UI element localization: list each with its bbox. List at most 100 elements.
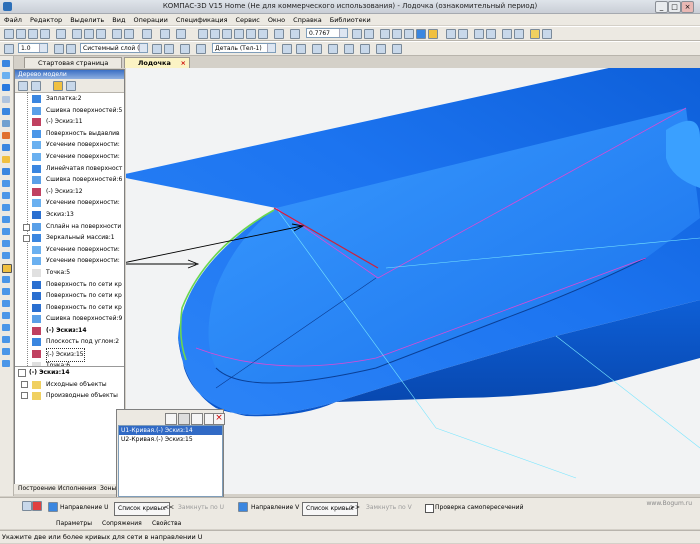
sew-icon[interactable] (2, 252, 10, 259)
loft-surface-icon[interactable] (2, 216, 10, 223)
undo-icon[interactable] (112, 29, 122, 39)
layer-arrow-icon[interactable] (66, 44, 76, 54)
rotate-icon[interactable] (258, 29, 268, 39)
zoom-window-icon[interactable] (222, 29, 232, 39)
new-icon[interactable] (4, 29, 14, 39)
menu-help[interactable]: Справка (289, 14, 326, 25)
tree-item[interactable]: Сшивка поверхностей:6 (15, 174, 124, 186)
tree-item[interactable]: Сшивка поверхностей:5 (15, 105, 124, 117)
curve-list[interactable]: U1-Кривая.(-) Эскиз:14 U2-Кривая.(-) Эск… (118, 425, 223, 497)
tree-item-derived[interactable]: Производные объекты (15, 390, 124, 402)
delete-icon[interactable]: × (213, 413, 225, 425)
trim-icon[interactable] (328, 44, 338, 54)
tree-item[interactable]: Поверхность выдавлив (15, 128, 124, 140)
refresh-icon[interactable] (274, 29, 284, 39)
tree-item[interactable]: Заплатка:2 (15, 93, 124, 105)
hidden-lines-icon[interactable] (392, 29, 402, 39)
select-filter-icon[interactable] (446, 29, 456, 39)
tree-item[interactable]: Плоскость под углом:2 (15, 336, 124, 348)
stop-icon[interactable] (32, 501, 42, 511)
surface-by-net-icon[interactable] (2, 264, 12, 273)
thicken-icon[interactable] (2, 360, 10, 367)
expand-icon[interactable] (21, 381, 28, 388)
point-icon[interactable] (2, 312, 10, 319)
expand-icon[interactable] (21, 392, 28, 399)
surface-active-icon[interactable] (2, 84, 10, 91)
local-cs-icon[interactable] (312, 44, 322, 54)
expand-icon[interactable] (23, 235, 30, 242)
close-button[interactable]: × (681, 1, 694, 13)
tab-fillets[interactable]: Сопряжения (92, 518, 142, 529)
direction-u-label[interactable]: Направление U (60, 502, 108, 514)
tree-item[interactable]: Поверхность по сети кр (15, 279, 124, 291)
tree-view-icon[interactable] (66, 81, 76, 91)
coordinates-icon[interactable] (180, 44, 190, 54)
mirror-icon[interactable] (2, 348, 10, 355)
measure-icon[interactable] (360, 44, 370, 54)
prev-button[interactable]: << (164, 502, 174, 514)
tree-item[interactable]: Усечение поверхности: (15, 139, 124, 151)
rotate-surface-icon[interactable] (2, 192, 10, 199)
tree-item[interactable]: Усечение поверхности: (15, 151, 124, 163)
curve-list-u-button[interactable]: Список кривых (114, 502, 170, 516)
variables-icon[interactable] (160, 29, 170, 39)
layer-combo[interactable]: Системный слой (0) (80, 43, 148, 53)
self-intersection-checkbox[interactable] (425, 504, 434, 513)
menu-editor[interactable]: Редактор (26, 14, 66, 25)
tree-item[interactable]: Сшивка поверхностей:9 (15, 313, 124, 325)
wireframe-icon[interactable] (380, 29, 390, 39)
detail-combo[interactable]: Деталь (Тел-1) (212, 43, 276, 53)
spec-icon[interactable] (2, 156, 10, 163)
copy-icon[interactable] (84, 29, 94, 39)
tree-item[interactable]: Поверхность по сети кр (15, 302, 124, 314)
tree-item[interactable]: Точка:5 (15, 267, 124, 279)
menu-operations[interactable]: Операции (129, 14, 171, 25)
tab-start-page[interactable]: Стартовая страница (24, 57, 122, 68)
zoom-in-icon[interactable] (198, 29, 208, 39)
help-icon[interactable] (176, 29, 186, 39)
filter-icon[interactable] (2, 144, 10, 151)
collapse-icon[interactable] (18, 369, 26, 377)
tab-construction[interactable]: Построение (18, 484, 56, 494)
plane-icon[interactable] (2, 324, 10, 331)
layer-icon[interactable] (54, 44, 64, 54)
menu-view[interactable]: Вид (108, 14, 129, 25)
tree-item[interactable]: Сплайн на поверхности (15, 221, 124, 233)
tab-executions[interactable]: Исполнения (58, 484, 96, 494)
tree-mode-icon[interactable] (53, 81, 63, 91)
library-icon[interactable] (530, 29, 540, 39)
print-icon[interactable] (40, 29, 50, 39)
cube-arrow-icon[interactable] (486, 29, 496, 39)
layer-manager-icon[interactable] (164, 44, 174, 54)
tree-item[interactable]: (-) Эскиз:12 (15, 186, 124, 198)
expand-icon[interactable] (23, 224, 30, 231)
sheet-metal-icon[interactable] (2, 120, 10, 127)
editing-icon[interactable] (2, 72, 10, 79)
lower-tree-title[interactable]: (-) Эскиз:14 (15, 367, 124, 379)
tab-properties[interactable]: Свойства (142, 518, 181, 529)
maximize-button[interactable]: □ (668, 1, 681, 13)
tree-filter-icon[interactable] (31, 81, 41, 91)
menu-select[interactable]: Выделить (66, 14, 108, 25)
halftone-icon[interactable] (404, 29, 414, 39)
folder-icon[interactable] (502, 29, 512, 39)
tree-item[interactable]: (-) Эскиз:14 (15, 325, 124, 337)
menu-specification[interactable]: Спецификация (172, 14, 232, 25)
minimize-button[interactable]: _ (655, 1, 668, 13)
menu-window[interactable]: Окно (264, 14, 289, 25)
zoom-combo[interactable]: 0.7767 (306, 28, 348, 38)
tree-item[interactable]: Линейчатая поверхност (15, 163, 124, 175)
next-button[interactable]: >> (350, 502, 360, 514)
tree-item[interactable]: Поверхность по сети кр (15, 290, 124, 302)
scale-icon[interactable] (364, 29, 374, 39)
zoom-dyn-icon[interactable] (290, 29, 300, 39)
kinematic-surface-icon[interactable] (2, 204, 10, 211)
grid-icon[interactable] (4, 44, 14, 54)
folder-arrow-icon[interactable] (514, 29, 524, 39)
offset-surface-icon[interactable] (2, 228, 10, 235)
layer-props-icon[interactable] (152, 44, 162, 54)
line-width-combo[interactable]: 1.0 (18, 43, 48, 53)
tree-item[interactable]: Усечение поверхности: (15, 255, 124, 267)
align-icon[interactable] (344, 44, 354, 54)
aux-geometry-icon[interactable] (2, 108, 10, 115)
